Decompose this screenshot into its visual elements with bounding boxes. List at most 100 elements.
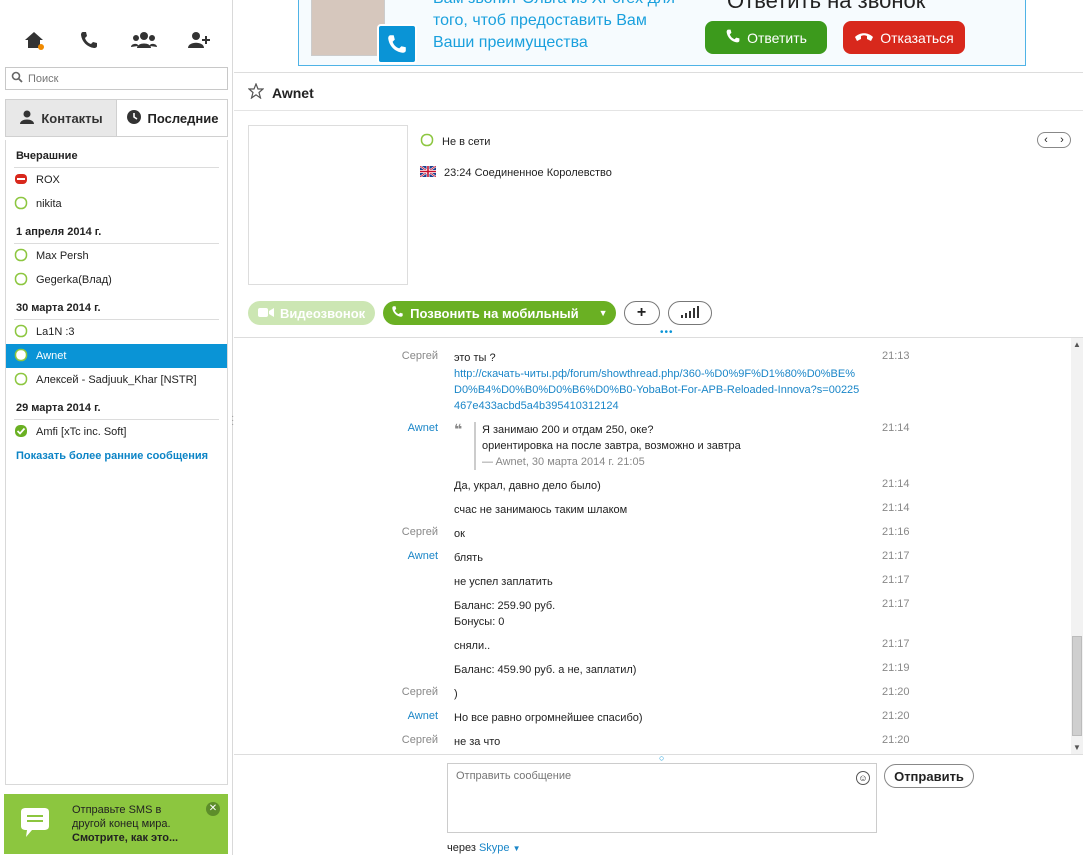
- message-time: 21:16: [882, 526, 910, 538]
- ad-line2: того, чтоб предоставить Вам: [433, 12, 647, 29]
- phone-icon: [391, 305, 404, 321]
- recent-list: Вчерашние ROX nikita 1 апреля 2014 г. Ma…: [5, 140, 228, 785]
- chat-scrollbar[interactable]: ▲ ▼: [1071, 338, 1083, 754]
- close-icon[interactable]: ✕: [206, 802, 220, 816]
- tab-recent[interactable]: Последние: [116, 100, 227, 136]
- sms-promo[interactable]: Отправьте SMS в другой конец мира. Смотр…: [4, 794, 228, 854]
- call-quality-button[interactable]: [667, 301, 712, 325]
- message-time: 21:17: [882, 574, 910, 586]
- sidebar: Контакты Последние Вчерашние ROX nikita …: [0, 0, 233, 855]
- contact-name: La1N :3: [36, 326, 75, 338]
- list-item[interactable]: Amfi [xTc inc. Soft]: [6, 420, 227, 444]
- status-offline-icon: [14, 248, 28, 265]
- promo-link[interactable]: Смотрите, как это...: [72, 831, 178, 845]
- message-link[interactable]: http://скачать-читы.рф/forum/showthread.…: [454, 368, 859, 412]
- search-box[interactable]: [5, 67, 228, 90]
- status-blocked-icon: [14, 172, 28, 189]
- resize-handle[interactable]: ○: [659, 753, 664, 763]
- message-time: 21:17: [882, 598, 910, 610]
- list-item[interactable]: ROX: [6, 168, 227, 192]
- ad-reject-button[interactable]: Отказаться: [843, 21, 965, 54]
- list-item[interactable]: nikita: [6, 192, 227, 216]
- contact-name: Gegerka(Влад): [36, 274, 112, 286]
- contact-name: Amfi [xTc inc. Soft]: [36, 426, 127, 438]
- show-more-link[interactable]: Показать более ранние сообщения: [16, 450, 227, 462]
- tab-contacts[interactable]: Контакты: [6, 100, 116, 136]
- uk-flag-icon: [419, 165, 437, 180]
- message-text: Баланс: 259.90 руб. Бонусы: 0: [454, 598, 874, 630]
- message-text: ): [454, 688, 458, 700]
- add-button[interactable]: +: [623, 301, 660, 325]
- ad-photo: [311, 0, 385, 56]
- contact-location: 23:24 Соединенное Королевство: [419, 165, 612, 180]
- send-via: через Skype ▼: [447, 842, 521, 854]
- message-history: Сергей это ты ? 21:13 http://скачать-чит…: [234, 338, 1071, 754]
- group-header: 1 апреля 2014 г.: [14, 220, 219, 244]
- add-contact-icon[interactable]: [185, 26, 213, 54]
- ad-banner[interactable]: Вам звонит Ольга из XForex для того, что…: [298, 0, 1026, 66]
- ad-headline: Ответить на звонок: [727, 0, 926, 13]
- status-online-icon: [14, 424, 28, 441]
- tab-contacts-label: Контакты: [41, 110, 103, 126]
- phone-icon: [725, 28, 741, 47]
- message-sender: Awnet: [407, 422, 438, 434]
- message-sender: Сергей: [401, 526, 438, 538]
- message-text: Но все равно огромнейшее спасибо): [454, 712, 643, 724]
- scroll-up-icon[interactable]: ▲: [1073, 340, 1081, 349]
- compose-box[interactable]: ☺: [447, 763, 877, 833]
- scrollbar-thumb[interactable]: [1072, 636, 1082, 736]
- contact-name: nikita: [36, 198, 62, 210]
- search-input[interactable]: [28, 72, 208, 85]
- video-call-button[interactable]: Видеозвонок: [248, 301, 376, 325]
- top-nav: [0, 22, 233, 58]
- call-mobile-button[interactable]: Позвонить на мобильный ▼: [383, 301, 616, 325]
- via-skype-label: Skype: [478, 842, 510, 854]
- list-item-selected[interactable]: Awnet: [6, 344, 227, 368]
- chevron-right-icon[interactable]: ›: [1054, 133, 1070, 147]
- contact-name: Awnet: [36, 350, 67, 362]
- emoticon-icon[interactable]: ☺: [856, 771, 870, 785]
- ad-answer-button[interactable]: Ответить: [705, 21, 827, 54]
- via-skype-dropdown[interactable]: Skype ▼: [479, 842, 521, 854]
- call-mobile-label: Позвонить на мобильный: [410, 305, 579, 321]
- message-time: 21:14: [882, 422, 910, 434]
- contacts-group-icon[interactable]: [130, 26, 158, 54]
- scroll-down-icon[interactable]: ▼: [1073, 743, 1081, 752]
- group-header: 29 марта 2014 г.: [14, 396, 219, 420]
- ad-answer-label: Ответить: [747, 29, 807, 46]
- quote-source: — Awnet, 30 марта 2014 г. 21:05: [482, 456, 645, 468]
- clock-icon: [126, 109, 142, 128]
- phone-icon: [377, 24, 417, 64]
- message-text: это ты ?: [454, 352, 496, 364]
- list-item[interactable]: Max Persh: [6, 244, 227, 268]
- message-time: 21:19: [882, 662, 910, 674]
- send-button[interactable]: Отправить: [884, 764, 974, 788]
- call-toolbar: Видеозвонок Позвонить на мобильный ▼ +: [248, 301, 712, 325]
- contact-name: Max Persh: [36, 250, 89, 262]
- message-time: 21:20: [882, 734, 910, 746]
- home-icon[interactable]: [20, 26, 48, 54]
- message-text: сняли..: [454, 640, 491, 652]
- message-input[interactable]: [448, 764, 848, 824]
- group-header: 30 марта 2014 г.: [14, 296, 219, 320]
- promo-text: Отправьте SMS в другой конец мира. Смотр…: [72, 803, 178, 845]
- list-item[interactable]: Алексей - Sadjuuk_Khar [NSTR]: [6, 368, 227, 392]
- chevron-down-icon[interactable]: ▼: [599, 308, 608, 318]
- promo-line1: Отправьте SMS в: [72, 804, 162, 816]
- list-item[interactable]: La1N :3: [6, 320, 227, 344]
- list-item[interactable]: Gegerka(Влад): [6, 268, 227, 292]
- phone-icon[interactable]: [75, 26, 103, 54]
- message-time: 21:13: [882, 350, 910, 362]
- message-time: 21:20: [882, 686, 910, 698]
- ad-line1: Вам звонит Ольга из XForex для: [433, 0, 675, 10]
- status-offline-icon: [14, 196, 28, 213]
- message-text: ок: [454, 528, 465, 540]
- status-offline-icon: [420, 133, 434, 150]
- status-offline-icon: [14, 348, 28, 365]
- star-icon[interactable]: [247, 82, 265, 102]
- video-camera-icon: [258, 306, 274, 321]
- profile-picture: [248, 125, 408, 285]
- chevron-down-icon: ▼: [512, 844, 521, 853]
- message-sender: Сергей: [401, 350, 438, 362]
- chevron-left-icon[interactable]: ‹: [1038, 133, 1054, 147]
